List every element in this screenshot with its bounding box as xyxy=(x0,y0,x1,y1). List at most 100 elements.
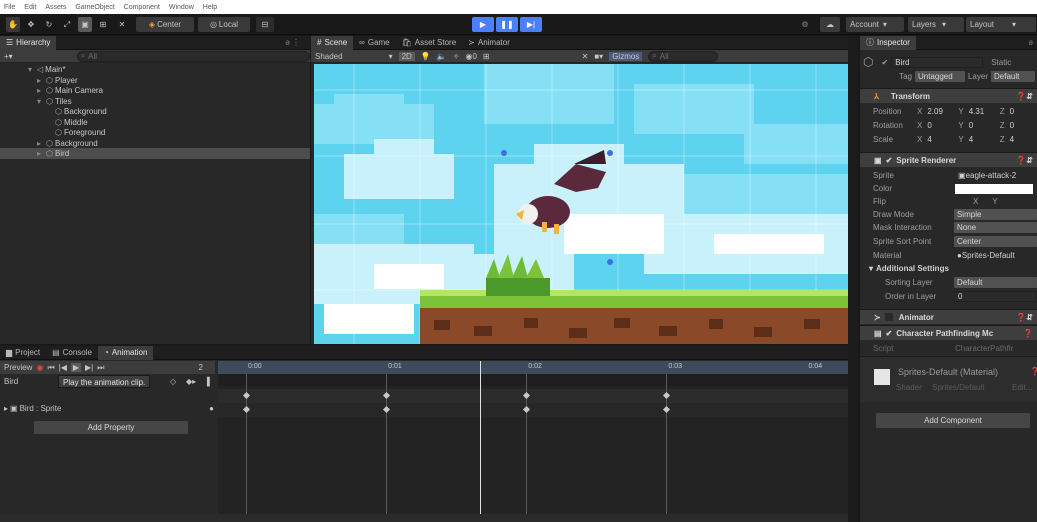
effects-icon[interactable]: ✧ xyxy=(453,52,460,61)
foldout-icon[interactable]: ▸ xyxy=(37,139,44,148)
help-icon[interactable]: ❓ xyxy=(1023,329,1033,338)
sprite-field[interactable]: ▣ eagle-attack-2 xyxy=(955,170,1035,181)
help-icon[interactable]: ❓⇵ xyxy=(1016,313,1033,322)
add-keyframe-icon[interactable]: ◇ xyxy=(170,377,176,386)
property-row[interactable]: ▸ ▣ Bird : Sprite ● xyxy=(4,402,214,414)
tab-animation[interactable]: ◔ Animation xyxy=(97,345,154,360)
flip-x-checkbox[interactable]: X xyxy=(973,197,978,206)
audio-icon[interactable]: 🔈 xyxy=(437,52,447,61)
gizmos-dropdown[interactable]: Gizmos xyxy=(609,51,643,61)
add-icon[interactable]: +▾ xyxy=(4,52,13,61)
rotate-icon[interactable]: ↻ xyxy=(42,17,56,32)
prev-frame-icon[interactable]: |◀ xyxy=(59,363,67,372)
menu-item-file[interactable]: File xyxy=(4,4,15,11)
shading-dropdown[interactable]: Shaded xyxy=(315,52,343,61)
panel-splitter[interactable] xyxy=(848,36,858,522)
summary-lane[interactable] xyxy=(218,389,848,403)
sort-point-dropdown[interactable]: Center xyxy=(953,236,1037,247)
tag-dropdown[interactable]: Untagged xyxy=(914,71,965,82)
frame-field[interactable]: 2 xyxy=(199,363,203,372)
animator-header[interactable]: ≻ Animator ❓⇵ xyxy=(860,309,1037,324)
grid-snap-icon[interactable]: ⊟ xyxy=(256,17,274,32)
next-frame-icon[interactable]: ▶| xyxy=(85,363,93,372)
event-lane[interactable] xyxy=(218,374,848,386)
static-toggle[interactable]: Static xyxy=(991,58,1011,67)
hierarchy-item[interactable]: ⬡ Foreground xyxy=(0,127,310,138)
edit-shader-button[interactable]: Edit... xyxy=(1012,383,1032,392)
draw-mode-dropdown[interactable]: Simple xyxy=(953,209,1037,220)
help-icon[interactable]: ❓ xyxy=(1030,367,1037,376)
sorting-layer-dropdown[interactable]: Default xyxy=(954,277,1037,288)
sprite-renderer-checkbox[interactable]: ✔ xyxy=(886,156,893,165)
collab-icon[interactable]: ⚙ xyxy=(796,17,814,32)
first-frame-icon[interactable]: ⏮ xyxy=(47,363,54,373)
hierarchy-item[interactable]: ▸ ⬡ Background xyxy=(0,138,310,149)
grid-icon[interactable]: ⊞ xyxy=(483,52,490,61)
foldout-icon[interactable]: ▸ xyxy=(37,149,44,158)
pause-button[interactable]: ❚❚ xyxy=(496,17,518,32)
account-dropdown[interactable]: Account ▾ xyxy=(846,17,904,32)
rotation-z-field[interactable]: 0 xyxy=(1007,120,1027,131)
timeline[interactable]: 0:00 0:01 0:02 0:03 0:04 xyxy=(218,361,848,522)
transform-header[interactable]: ⅄ Transform ❓⇵ xyxy=(860,88,1037,103)
scene-search-input[interactable]: ⌕ All xyxy=(648,50,719,62)
menu-item-window[interactable]: Window xyxy=(169,4,194,11)
shader-dropdown[interactable]: Sprites/Default xyxy=(932,383,984,392)
layers-dropdown[interactable]: Layers ▾ xyxy=(908,17,964,32)
tools-icon[interactable]: ✕ xyxy=(582,52,589,61)
hierarchy-item[interactable]: ▸ ⬡ Main Camera xyxy=(0,85,310,96)
custom-tool-icon[interactable]: ✕ xyxy=(114,17,130,32)
sprite-renderer-header[interactable]: ▣ ✔ Sprite Renderer ❓⇵ xyxy=(860,152,1037,167)
menu-item-help[interactable]: Help xyxy=(203,4,217,11)
scale-icon[interactable]: ⤢ xyxy=(60,17,74,32)
rotation-x-field[interactable]: 0 xyxy=(924,120,956,131)
position-z-field[interactable]: 0 xyxy=(1007,106,1027,117)
position-x-field[interactable]: 2.09 xyxy=(924,106,956,117)
additional-settings-foldout[interactable]: ▾ Additional Settings xyxy=(863,262,1037,275)
space-local-button[interactable]: ◎ Local xyxy=(198,17,250,32)
help-icon[interactable]: ❓⇵ xyxy=(1016,92,1033,101)
animator-checkbox[interactable] xyxy=(884,313,893,321)
help-icon[interactable]: ❓⇵ xyxy=(1016,156,1033,165)
scale-x-field[interactable]: 4 xyxy=(924,134,956,145)
color-swatch[interactable] xyxy=(955,183,1033,194)
mask-interaction-dropdown[interactable]: None xyxy=(953,222,1037,233)
play-button[interactable]: ▶ xyxy=(472,17,494,32)
pivot-center-button[interactable]: ◈ Center xyxy=(136,17,194,32)
active-checkbox[interactable]: ✔ xyxy=(881,58,888,67)
toggle-2d-button[interactable]: 2D xyxy=(398,51,415,61)
lock-icon[interactable]: ə ⋮ xyxy=(285,38,310,47)
layout-dropdown[interactable]: Layout ▾ xyxy=(966,17,1036,32)
pathfinding-header[interactable]: ▤ ✔ Character Pathfinding Mc ❓ xyxy=(860,325,1037,340)
hierarchy-item[interactable]: ▾ ◁ Main* xyxy=(0,64,310,75)
cloud-icon[interactable]: ☁ xyxy=(820,17,840,32)
tab-animator[interactable]: ≻ Animator xyxy=(462,36,516,50)
step-button[interactable]: ▶| xyxy=(520,17,542,32)
tab-asset-store[interactable]: 🛍 Asset Store xyxy=(396,36,463,50)
event-marker-icon[interactable]: ▐ xyxy=(204,377,210,386)
hand-icon[interactable]: ✋ xyxy=(6,17,20,32)
camera-icon[interactable]: ■▾ xyxy=(594,52,603,61)
tab-console[interactable]: ▤ Console xyxy=(46,346,98,360)
order-in-layer-field[interactable]: 0 xyxy=(954,291,1037,302)
light-icon[interactable]: 💡 xyxy=(421,52,431,61)
rotation-y-field[interactable]: 0 xyxy=(966,120,998,131)
foldout-icon[interactable]: ▾ xyxy=(28,65,35,74)
tab-inspector[interactable]: ⓘ Inspector xyxy=(860,35,916,50)
visibility-icon[interactable]: ◉0 xyxy=(465,52,476,61)
menu-item-assets[interactable]: Assets xyxy=(45,4,66,11)
hierarchy-search-input[interactable]: ⌕ All xyxy=(76,50,310,62)
sprite-lane[interactable] xyxy=(218,403,848,417)
foldout-icon[interactable]: ▾ xyxy=(37,97,44,106)
menu-item-edit[interactable]: Edit xyxy=(24,4,36,11)
scene-viewport[interactable] xyxy=(314,64,857,344)
foldout-icon[interactable]: ▸ xyxy=(37,76,44,85)
hierarchy-item[interactable]: ▸ ⬡ Player xyxy=(0,75,310,86)
tab-scene[interactable]: # Scene xyxy=(311,35,354,50)
flip-y-checkbox[interactable]: Y xyxy=(992,197,997,206)
menu-item-gameobject[interactable]: GameObject xyxy=(75,4,114,11)
clip-dropdown[interactable]: Bird xyxy=(4,377,18,386)
scale-z-field[interactable]: 4 xyxy=(1007,134,1027,145)
rect-icon[interactable]: ▣ xyxy=(78,17,92,32)
record-icon[interactable]: ◉ xyxy=(36,363,43,372)
